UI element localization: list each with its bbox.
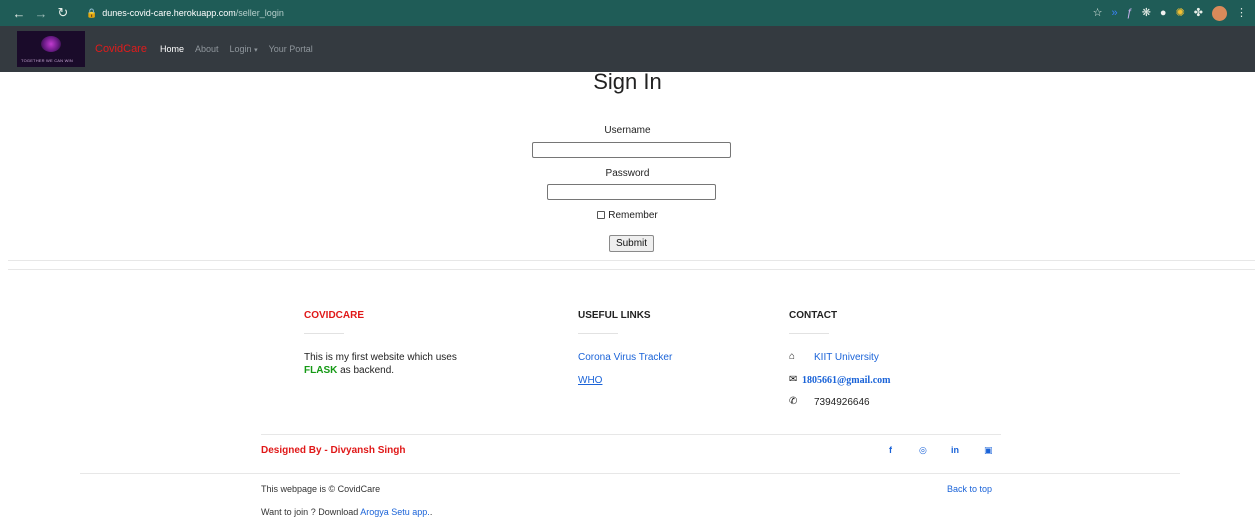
username-input[interactable] [532, 142, 731, 158]
browser-toolbar: ← → ↻ 🔒 dunes-covid-care.herokuapp.com /… [0, 0, 1255, 26]
brand-name[interactable]: CovidCare [95, 43, 147, 55]
heading-underline [304, 333, 344, 334]
virus-logo-icon [41, 36, 61, 52]
covidcare-logo[interactable]: TOGETHER WE CAN WIN [17, 31, 85, 67]
gear-extension-icon[interactable]: ❋ [1142, 5, 1151, 21]
lock-icon: 🔒 [86, 7, 98, 18]
footer-contact-heading: CONTACT [789, 310, 838, 321]
join-suffix: . [429, 507, 433, 517]
logo-tagline: TOGETHER WE CAN WIN [21, 58, 73, 63]
flask-highlight: FLASK [304, 365, 338, 376]
heading-underline [578, 333, 618, 334]
back-to-top-link[interactable]: Back to top [947, 484, 992, 494]
heading-underline [789, 333, 829, 334]
formula-extension-icon[interactable]: ƒ [1127, 5, 1133, 21]
site-navbar: TOGETHER WE CAN WIN CovidCare Home About… [0, 26, 1255, 72]
forward-arrow-icon[interactable]: → [32, 6, 50, 21]
password-label: Password [605, 168, 650, 179]
instagram-icon[interactable]: ◎ [919, 445, 927, 456]
address-bar[interactable]: 🔒 dunes-covid-care.herokuapp.com /seller… [86, 4, 284, 22]
menu-dots-icon[interactable]: ⋮ [1236, 5, 1247, 21]
nav-login-label: Login [229, 44, 252, 54]
home-icon: ⌂ [789, 351, 796, 362]
profile-avatar-icon[interactable] [1212, 5, 1227, 21]
divider [80, 473, 1180, 474]
color-extension-icon[interactable]: ✺ [1176, 5, 1185, 21]
divider [8, 269, 1255, 270]
nav-home[interactable]: Home [160, 44, 184, 54]
corona-tracker-link[interactable]: Corona Virus Tracker [578, 352, 672, 363]
nav-login-dropdown[interactable]: Login ▾ [230, 44, 258, 54]
circle-extension-icon[interactable]: ● [1160, 5, 1167, 21]
submit-button[interactable]: Submit [609, 235, 654, 252]
join-text: Want to join ? Download Arogya Setu app.… [261, 507, 432, 517]
twitter-icon[interactable]: ▣ [984, 445, 993, 456]
envelope-icon: ✉ [789, 374, 798, 385]
nav-your-portal[interactable]: Your Portal [269, 44, 313, 54]
url-path: /seller_login [235, 8, 284, 18]
about-text-before: This is my first website which uses [304, 352, 457, 363]
url-host: dunes-covid-care.herokuapp.com [102, 8, 236, 18]
back-arrow-icon[interactable]: ← [10, 6, 28, 21]
remember-row: Remember [0, 210, 1255, 221]
chevron-down-icon: ▾ [254, 47, 258, 54]
remember-checkbox[interactable] [597, 211, 606, 219]
facebook-icon[interactable]: f [889, 445, 892, 455]
reload-icon[interactable]: ↻ [54, 5, 72, 21]
divider [8, 260, 1255, 261]
puzzle-extensions-icon[interactable]: ✤ [1194, 5, 1203, 21]
extensions-area: ☆ » ƒ ❋ ● ✺ ✤ ⋮ [1093, 5, 1247, 21]
linkedin-icon[interactable]: in [951, 445, 959, 455]
join-prefix: Want to join ? Download [261, 507, 359, 517]
arogya-setu-link[interactable]: Arogya Setu app. [360, 507, 430, 517]
footer-about-text: This is my first website which uses FLAS… [304, 351, 504, 377]
who-link[interactable]: WHO [578, 375, 602, 386]
copyright-text: This webpage is © CovidCare [261, 484, 381, 494]
page-title: Sign In [593, 69, 662, 94]
nav-about[interactable]: About [195, 44, 219, 54]
audio-extension-icon[interactable]: » [1111, 5, 1117, 21]
about-text-after: as backend. [340, 365, 395, 376]
contact-address-link[interactable]: KIIT University [814, 352, 879, 363]
phone-icon: ✆ [789, 396, 798, 407]
footer-useful-links-heading: USEFUL LINKS [578, 310, 651, 321]
contact-phone: 7394926646 [814, 397, 870, 408]
footer-about-heading: COVIDCARE [304, 310, 365, 321]
remember-label: Remember [608, 210, 658, 221]
star-bookmark-icon[interactable]: ☆ [1093, 5, 1103, 21]
username-label: Username [604, 125, 651, 136]
password-input[interactable] [547, 184, 716, 200]
contact-email-link[interactable]: 1805661@gmail.com [802, 375, 890, 386]
divider [261, 434, 1001, 435]
designer-credit: Designed By - Divyansh Singh [261, 445, 406, 456]
